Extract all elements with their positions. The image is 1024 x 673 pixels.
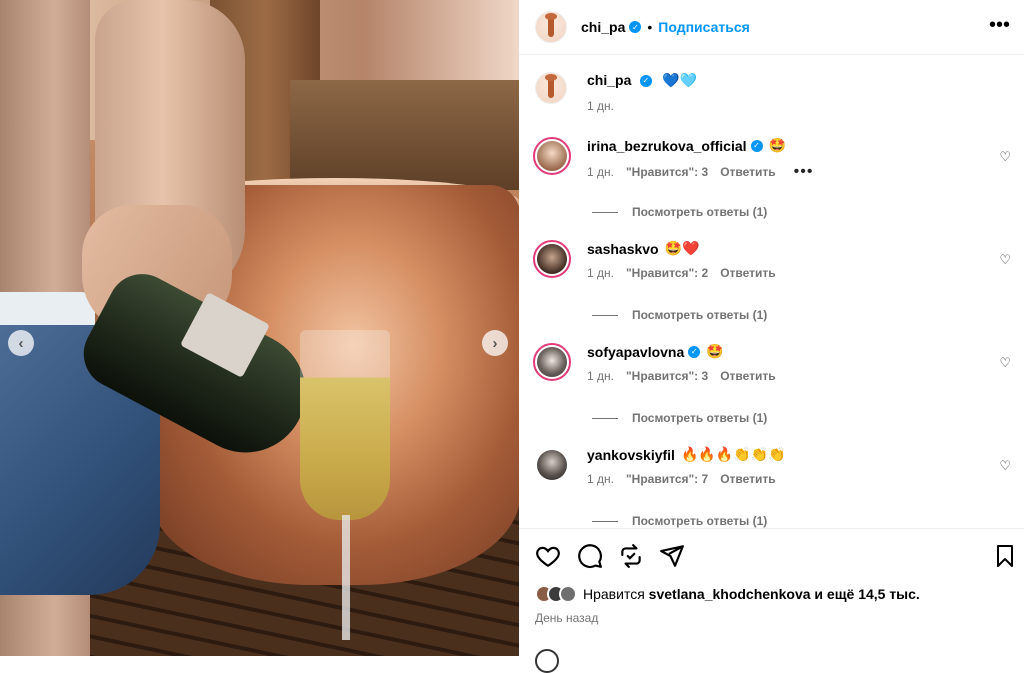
- caption-time[interactable]: 1 дн.: [587, 99, 614, 113]
- more-options-icon[interactable]: •••: [989, 14, 1010, 37]
- comment-likes-count[interactable]: "Нравится": 7: [626, 472, 708, 486]
- author-username[interactable]: chi_pa: [581, 19, 625, 35]
- view-replies-button[interactable]: Посмотреть ответы (1): [592, 514, 767, 528]
- post-actions: Нравится svetlana_khodchenkova и ещё 14,…: [519, 528, 1024, 673]
- comment-text: 🤩❤️: [664, 240, 700, 256]
- post-header: chi_pa ✓ • Подписаться •••: [519, 0, 1024, 55]
- comment-icon[interactable]: [577, 543, 603, 569]
- separator-dot: •: [647, 19, 653, 35]
- comment-like-heart-icon[interactable]: ♡: [999, 458, 1011, 474]
- verified-icon: ✓: [629, 21, 642, 33]
- comment-text: 🔥🔥🔥👏👏👏: [680, 446, 786, 462]
- comment-time[interactable]: 1 дн.: [587, 266, 614, 280]
- comment-avatar[interactable]: [533, 446, 571, 484]
- comment-item: irina_bezrukova_official ✓ 🤩 1 дн. "Нрав…: [533, 137, 1023, 181]
- comment-like-heart-icon[interactable]: ♡: [999, 252, 1011, 268]
- comment-like-heart-icon[interactable]: ♡: [999, 149, 1011, 165]
- liker-avatar: [559, 585, 577, 603]
- post-photo: ‹ ›: [0, 0, 519, 656]
- photo-glass: [300, 330, 390, 520]
- verified-icon: ✓: [688, 345, 701, 358]
- likes-count[interactable]: и ещё 14,5 тыс.: [814, 586, 919, 602]
- comment-text: 🤩: [768, 137, 786, 153]
- caption-text: 💙🩵: [662, 72, 698, 88]
- caption-avatar[interactable]: [535, 72, 567, 104]
- likes-user[interactable]: svetlana_khodchenkova: [649, 586, 811, 602]
- comment-username[interactable]: sashaskvo: [587, 241, 659, 257]
- share-send-icon[interactable]: [659, 543, 685, 569]
- comment-username[interactable]: sofyapavlovna: [587, 344, 684, 360]
- comment-time[interactable]: 1 дн.: [587, 369, 614, 383]
- likes-summary[interactable]: Нравится svetlana_khodchenkova и ещё 14,…: [535, 585, 920, 603]
- verified-icon: ✓: [750, 139, 763, 152]
- view-replies-button[interactable]: Посмотреть ответы (1): [592, 411, 767, 425]
- reply-button[interactable]: Ответить: [720, 472, 775, 486]
- reply-button[interactable]: Ответить: [720, 165, 775, 179]
- comment-username[interactable]: yankovskiyfil: [587, 447, 675, 463]
- chevron-left-icon: ‹: [18, 334, 24, 352]
- comment-item: yankovskiyfil 🔥🔥🔥👏👏👏 1 дн. "Нравится": 7…: [533, 446, 1023, 486]
- caption-username[interactable]: chi_pa: [587, 72, 631, 88]
- comment-avatar[interactable]: [533, 137, 571, 175]
- carousel-prev-button[interactable]: ‹: [8, 330, 34, 356]
- verified-icon: ✓: [639, 74, 652, 87]
- author-avatar[interactable]: [535, 11, 567, 43]
- reply-button[interactable]: Ответить: [720, 266, 775, 280]
- comment-more-icon[interactable]: •••: [794, 163, 814, 181]
- view-replies-button[interactable]: Посмотреть ответы (1): [592, 308, 767, 322]
- follow-button[interactable]: Подписаться: [658, 19, 750, 35]
- post-side-panel: chi_pa ✓ • Подписаться ••• chi_pa ✓ 💙🩵 1…: [519, 0, 1024, 673]
- comment-item: sofyapavlovna ✓ 🤩 1 дн. "Нравится": 3 От…: [533, 343, 1023, 383]
- comment-time[interactable]: 1 дн.: [587, 472, 614, 486]
- comment-item: sashaskvo 🤩❤️ 1 дн. "Нравится": 2 Ответи…: [533, 240, 1023, 280]
- view-replies-button[interactable]: Посмотреть ответы (1): [592, 205, 767, 219]
- repost-icon[interactable]: [618, 543, 644, 569]
- post-date[interactable]: День назад: [535, 611, 598, 625]
- own-avatar: [535, 649, 559, 673]
- comment-avatar[interactable]: [533, 343, 571, 381]
- comment-likes-count[interactable]: "Нравится": 3: [626, 369, 708, 383]
- chevron-right-icon: ›: [492, 334, 498, 352]
- comment-likes-count[interactable]: "Нравится": 2: [626, 266, 708, 280]
- reply-button[interactable]: Ответить: [720, 369, 775, 383]
- bookmark-icon[interactable]: [993, 543, 1017, 569]
- comment-username[interactable]: irina_bezrukova_official: [587, 138, 747, 154]
- photo-rail: [290, 80, 519, 190]
- comment-likes-count[interactable]: "Нравится": 3: [626, 165, 708, 179]
- photo-glass-stem: [342, 515, 350, 640]
- like-heart-icon[interactable]: [535, 543, 561, 569]
- comment-time[interactable]: 1 дн.: [587, 165, 614, 179]
- comment-avatar[interactable]: [533, 240, 571, 278]
- carousel-next-button[interactable]: ›: [482, 330, 508, 356]
- comment-like-heart-icon[interactable]: ♡: [999, 355, 1011, 371]
- post-caption: chi_pa ✓ 💙🩵 1 дн.: [535, 72, 697, 113]
- likes-prefix: Нравится: [583, 586, 645, 602]
- comment-text: 🤩: [706, 343, 724, 359]
